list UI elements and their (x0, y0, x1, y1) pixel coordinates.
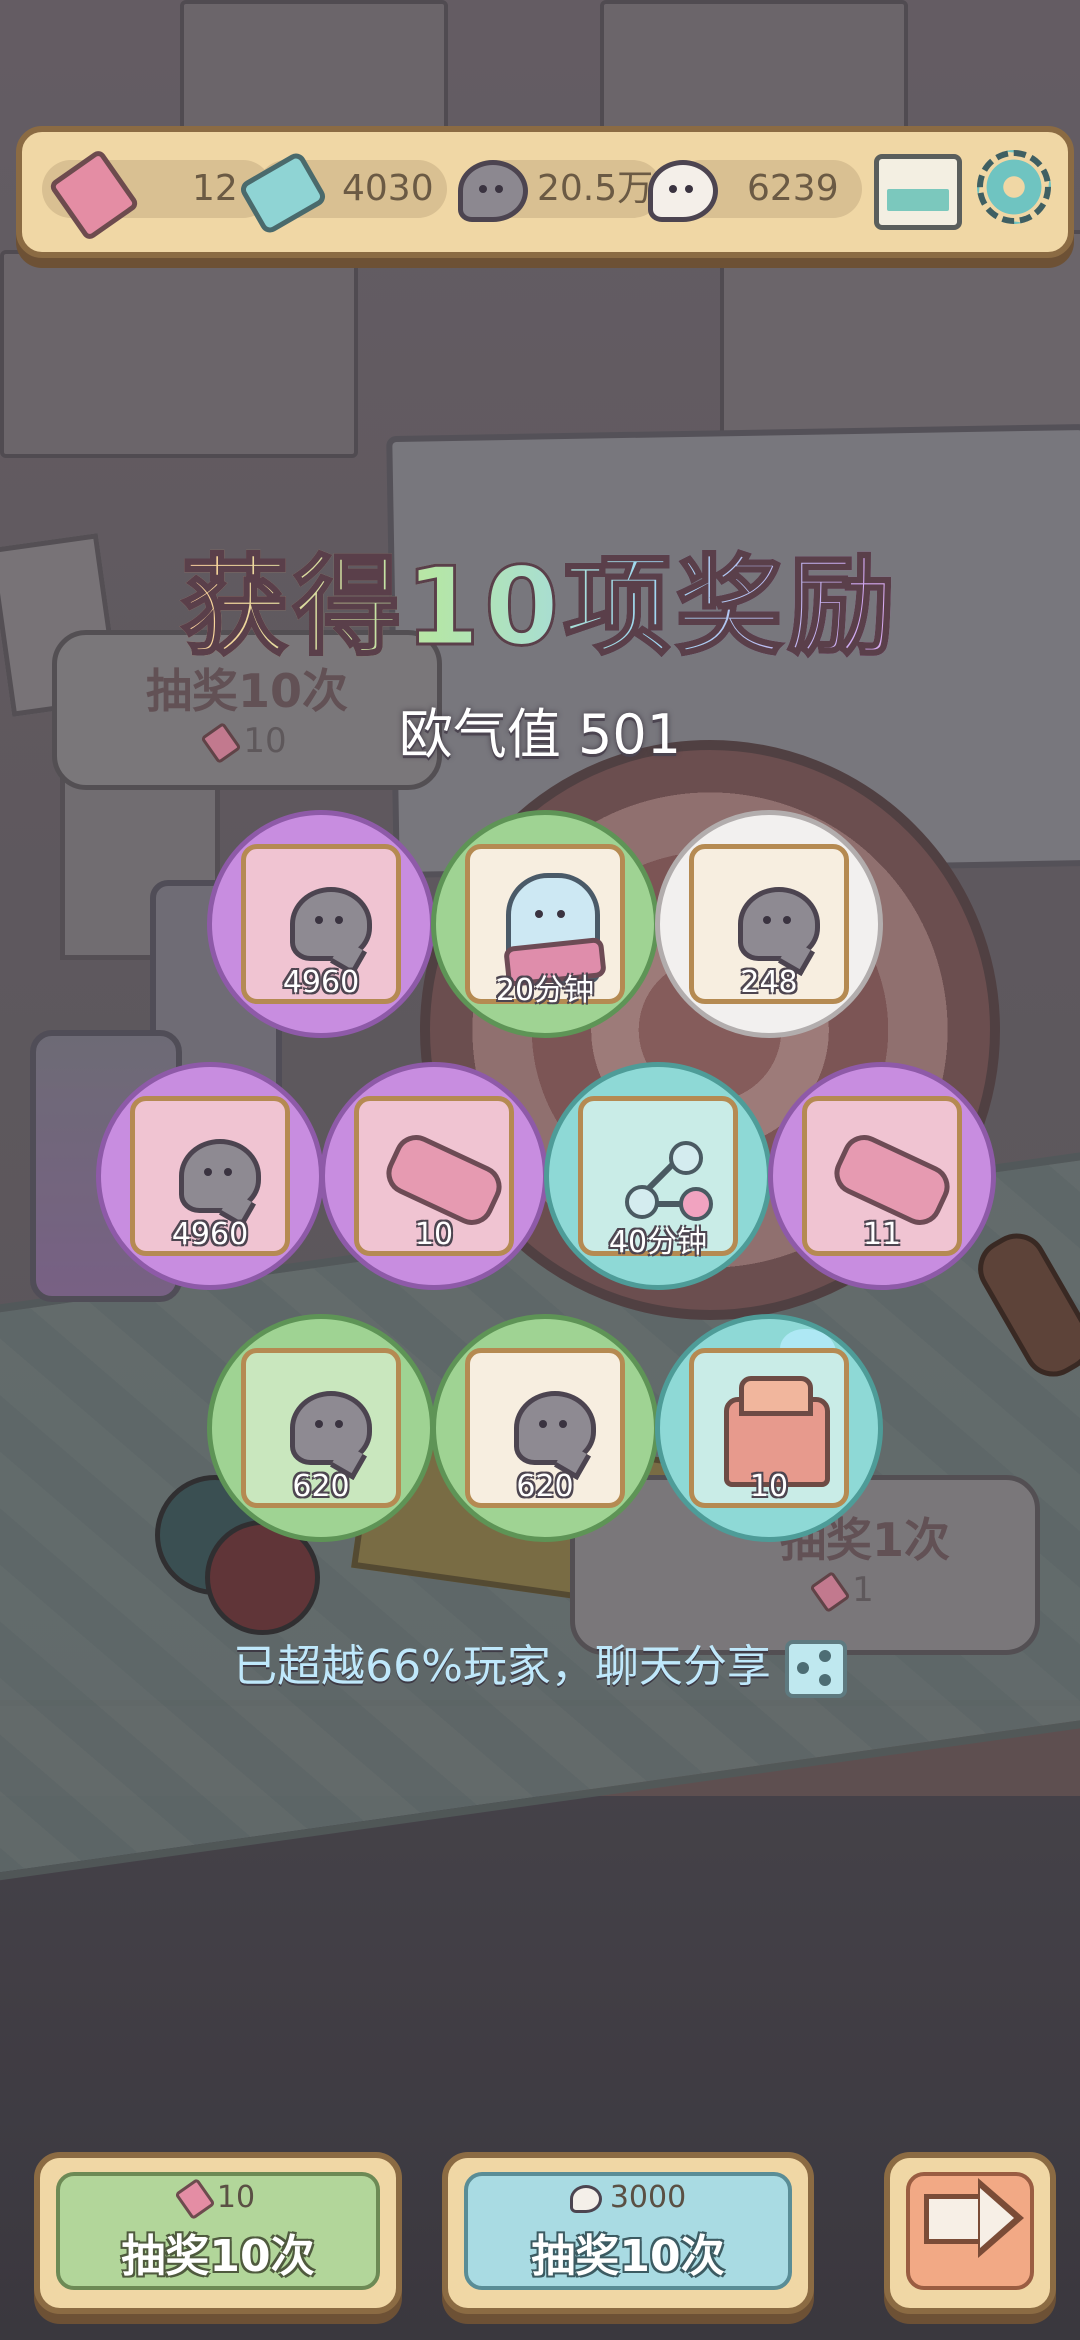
ghost-currency-icon (738, 887, 820, 961)
reward-quantity: 10 (749, 1469, 789, 1504)
reward-quantity: 4960 (282, 965, 360, 1000)
reward-item[interactable]: 620 (431, 1314, 659, 1542)
share-icon[interactable] (784, 1640, 847, 1698)
reward-quantity: 620 (516, 1469, 574, 1504)
mail-icon[interactable] (874, 154, 962, 230)
ticket-icon (174, 2177, 216, 2220)
ticket-count: 12 (192, 168, 238, 209)
dark-ghost-icon (458, 160, 528, 222)
next-arrow-button[interactable] (884, 2152, 1056, 2314)
ghost-currency-icon (290, 1391, 372, 1465)
reward-quantity: 248 (740, 965, 798, 1000)
reward-quantity: 11 (862, 1217, 902, 1252)
ghost-currency-icon (514, 1391, 596, 1465)
light-ghost-count: 6239 (747, 168, 839, 209)
reward-item[interactable]: 4960 (96, 1062, 324, 1290)
light-ghost-icon (648, 160, 718, 222)
reward-quantity: 4960 (171, 1217, 249, 1252)
arrow-right-icon-head (978, 2178, 1024, 2258)
molecule-icon (625, 1141, 713, 1221)
reward-quantity: 40分钟 (608, 1225, 708, 1260)
gear-icon[interactable] (977, 150, 1051, 224)
ghost-draw-label: 抽奖10次 (531, 2231, 725, 2282)
light-ghost-icon (569, 2184, 602, 2213)
share-text: 已超越66%玩家，聊天分享 (233, 1641, 771, 1692)
rewards-title: 获得10项奖励 (0, 520, 1080, 676)
reward-item[interactable]: 620 (207, 1314, 435, 1542)
reward-item[interactable]: 11 (768, 1062, 996, 1290)
ticket-draw-cost: 10 (40, 2177, 396, 2220)
dark-ghost-count: 20.5万 (537, 168, 654, 209)
reward-quantity: 20分钟 (495, 973, 595, 1008)
ghost-draw10-button[interactable]: 3000 抽奖10次 (442, 2152, 814, 2314)
reward-item[interactable]: 20分钟 (431, 810, 659, 1038)
share-line[interactable]: 已超越66%玩家，聊天分享 (0, 1630, 1080, 1698)
reward-item[interactable]: 10 (320, 1062, 548, 1290)
ghost-currency-icon (179, 1139, 261, 1213)
ticket-draw10-button[interactable]: 10 抽奖10次 (34, 2152, 402, 2314)
reward-quantity: 620 (292, 1469, 350, 1504)
ghost-currency-icon (290, 887, 372, 961)
reward-item[interactable]: 10 (655, 1314, 883, 1542)
luck-value: 欧气值 501 (398, 703, 682, 766)
reward-quantity: 10 (414, 1217, 454, 1252)
ticket-draw-label: 抽奖10次 (121, 2231, 315, 2282)
ghost-draw-cost: 3000 (448, 2180, 808, 2215)
currency-bar: 12 4030 20.5万 6239 (16, 126, 1074, 258)
reward-item[interactable]: 4960 (207, 810, 435, 1038)
reward-item[interactable]: 248 (655, 810, 883, 1038)
reward-item[interactable]: 40分钟 (544, 1062, 772, 1290)
gem-count: 4030 (342, 168, 434, 209)
